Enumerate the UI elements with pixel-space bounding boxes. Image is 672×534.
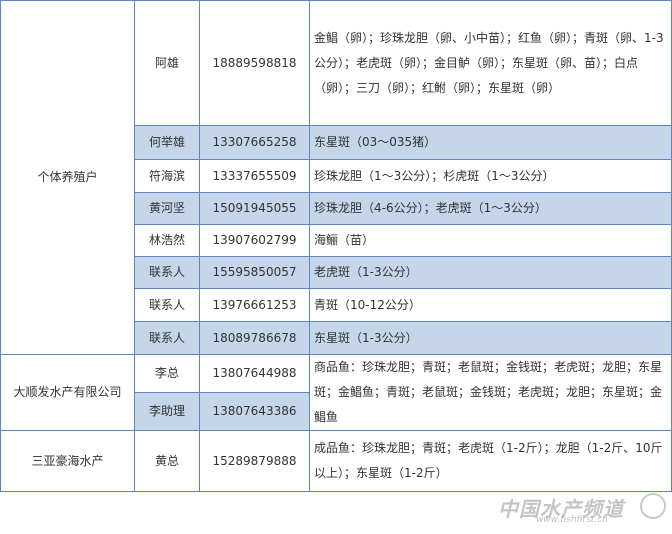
- table-row: 个体养殖户 阿雄 18889598818 金鲳（卵）；珍珠龙胆（卵、小中苗）；红…: [0, 0, 672, 355]
- phone-number: 13807644988: [199, 354, 310, 393]
- phone-number: 15595850057: [199, 256, 310, 289]
- contact-name: 符海滨: [134, 159, 200, 193]
- phone-number: 15091945055: [199, 192, 310, 225]
- contact-name: 李助理: [134, 392, 200, 431]
- globe-icon: [640, 493, 666, 519]
- watermark-brand: 中国水产频道: [498, 497, 624, 521]
- product-list: 东星斑（1-3公分）: [309, 321, 672, 355]
- site-watermark: 中国水产频道 www.fishfirst.cn: [498, 493, 668, 529]
- product-list: 珍珠龙胆（4-6公分）；老虎斑（1～3公分）: [309, 192, 672, 225]
- org-cell: 大顺发水产有限公司: [0, 354, 135, 431]
- phone-number: 15289879888: [199, 430, 310, 492]
- product-list: 金鲳（卵）；珍珠龙胆（卵、小中苗）；红鱼（卵）；青斑（卵、1-3公分）；老虎斑（…: [309, 0, 672, 126]
- contact-name: 联系人: [134, 288, 200, 322]
- contact-name: 林浩然: [134, 224, 200, 257]
- contact-name: 阿雄: [134, 0, 200, 126]
- contact-name: 李总: [134, 354, 200, 393]
- phone-number: 13976661253: [199, 288, 310, 322]
- table-row: 大顺发水产有限公司 李总 13807644988 商品鱼：珍珠龙胆；青斑；老鼠斑…: [0, 354, 672, 431]
- phone-number: 13907602799: [199, 224, 310, 257]
- table-row: 三亚豪海水产 黄总 15289879888 成品鱼：珍珠龙胆；青斑；老虎斑（1-…: [0, 430, 672, 492]
- phone-number: 13807643386: [199, 392, 310, 431]
- product-list: 青斑（10-12公分）: [309, 288, 672, 322]
- product-list: 东星斑（03～035猪）: [309, 125, 672, 160]
- watermark-site: www.fishfirst.cn: [536, 515, 608, 525]
- product-list: 珍珠龙胆（1～3公分）；杉虎斑（1～3公分）: [309, 159, 672, 193]
- product-list: 商品鱼：珍珠龙胆；青斑；老鼠斑；金钱斑；老虎斑；龙胆；东星斑；金鲳鱼；青斑；老鼠…: [309, 354, 672, 431]
- phone-number: 18889598818: [199, 0, 310, 126]
- contact-name: 联系人: [134, 321, 200, 355]
- supplier-table: 个体养殖户 阿雄 18889598818 金鲳（卵）；珍珠龙胆（卵、小中苗）；红…: [0, 0, 672, 492]
- phone-number: 13307665258: [199, 125, 310, 160]
- org-cell: 三亚豪海水产: [0, 430, 135, 492]
- product-list: 成品鱼：珍珠龙胆；青斑；老虎斑（1-2斤）；龙胆（1-2斤、10斤以上）；东星斑…: [309, 430, 672, 492]
- org-cell: 个体养殖户: [0, 0, 135, 355]
- contact-name: 黄河坚: [134, 192, 200, 225]
- contact-name: 联系人: [134, 256, 200, 289]
- contact-name: 何举雄: [134, 125, 200, 160]
- product-list: 老虎斑（1-3公分）: [309, 256, 672, 289]
- contact-name: 黄总: [134, 430, 200, 492]
- phone-number: 13337655509: [199, 159, 310, 193]
- product-list: 海鲡（苗）: [309, 224, 672, 257]
- phone-number: 18089786678: [199, 321, 310, 355]
